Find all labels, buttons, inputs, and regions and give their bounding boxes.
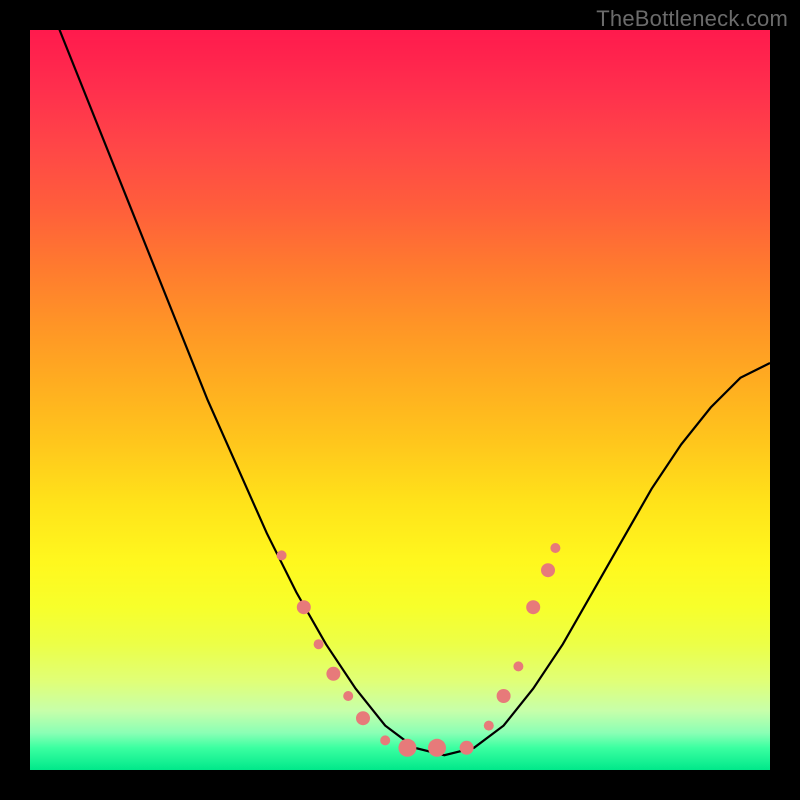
data-point-p10 (460, 741, 474, 755)
chart-frame: TheBottleneck.com (0, 0, 800, 800)
data-point-p16 (550, 543, 560, 553)
data-point-p9 (428, 739, 446, 757)
data-point-p1 (277, 550, 287, 560)
data-point-p5 (343, 691, 353, 701)
data-point-p14 (526, 600, 540, 614)
data-point-p6 (356, 711, 370, 725)
data-point-p11 (484, 721, 494, 731)
data-point-p12 (497, 689, 511, 703)
data-point-p4 (326, 667, 340, 681)
data-point-p8 (398, 739, 416, 757)
data-point-p2 (297, 600, 311, 614)
data-point-p7 (380, 735, 390, 745)
chart-svg (30, 30, 770, 770)
data-point-p13 (513, 661, 523, 671)
chart-plot-area (30, 30, 770, 770)
bottleneck-curve (30, 0, 770, 755)
data-points (277, 543, 561, 757)
data-point-p15 (541, 563, 555, 577)
data-point-p3 (314, 639, 324, 649)
watermark-text: TheBottleneck.com (596, 6, 788, 32)
